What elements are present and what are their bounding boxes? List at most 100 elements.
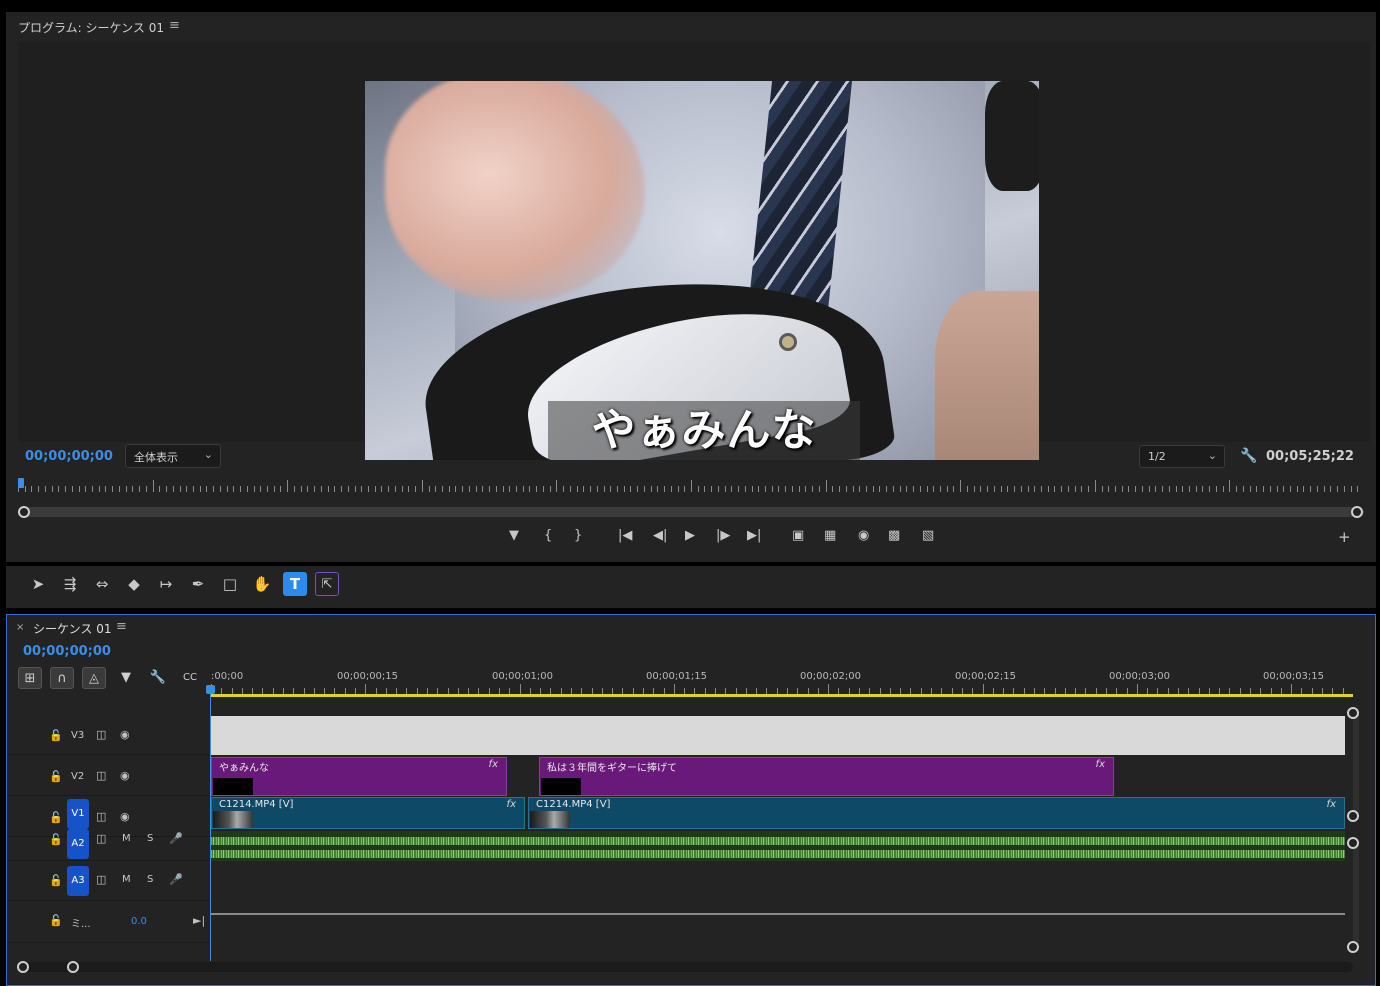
add-marker-icon[interactable]: ▼: [114, 667, 138, 689]
proxy-toggle-icon[interactable]: ▧: [922, 528, 934, 543]
lock-icon[interactable]: 🔓: [49, 874, 63, 887]
linked-selection-icon[interactable]: ◬: [82, 667, 106, 689]
button-editor-plus-icon[interactable]: +: [1338, 528, 1351, 546]
mark-in-icon[interactable]: {: [544, 528, 552, 543]
type-tool-icon[interactable]: T: [283, 572, 307, 596]
generative-extend-tool-icon[interactable]: ⇱: [315, 572, 339, 596]
zoom-scrollbar-left-handle[interactable]: [18, 506, 30, 518]
work-area-bar[interactable]: [211, 694, 1353, 697]
extract-icon[interactable]: ▦: [824, 528, 836, 543]
sync-lock-icon[interactable]: ◫: [96, 873, 106, 886]
graphic-clip[interactable]: 私は３年間をギターに捧げて fx: [539, 757, 1114, 796]
playhead-line[interactable]: [210, 689, 211, 961]
timeline-horizontal-scrollbar[interactable]: [17, 962, 1353, 972]
mix-volume-value[interactable]: 0.0: [131, 916, 147, 927]
scrollbar-handle[interactable]: [1347, 941, 1359, 953]
scrollbar-right-handle[interactable]: [67, 961, 79, 973]
source-patch-v1[interactable]: V1: [67, 799, 89, 829]
timeline-settings-wrench-icon[interactable]: 🔧: [146, 667, 170, 689]
scrollbar-handle[interactable]: [1347, 707, 1359, 719]
lock-icon[interactable]: 🔓: [49, 729, 63, 742]
track-select-forward-tool-icon[interactable]: ⇶: [58, 572, 82, 596]
zoom-scrollbar-right-handle[interactable]: [1351, 506, 1363, 518]
play-icon[interactable]: ▶: [685, 528, 695, 543]
selection-tool-arrow-icon[interactable]: ➤: [26, 572, 50, 596]
ripple-edit-tool-icon[interactable]: ⇔: [90, 572, 114, 596]
panel-menu-icon[interactable]: ≡: [116, 619, 127, 634]
video-clip[interactable]: C1214.MP4 [V] fx: [211, 797, 525, 829]
captions-cc-icon[interactable]: CC: [178, 667, 202, 689]
hand-tool-icon[interactable]: ✋: [250, 572, 274, 596]
mix-volume-line[interactable]: [211, 913, 1345, 915]
go-to-edit-icon[interactable]: ►|: [193, 914, 205, 927]
lock-icon[interactable]: 🔓: [49, 770, 63, 783]
mute-button[interactable]: M: [122, 833, 131, 844]
comparison-view-icon[interactable]: ▩: [888, 528, 900, 543]
caption-overlay[interactable]: やぁみんな: [548, 401, 860, 460]
mix-track-label: ミ...: [71, 919, 91, 930]
add-marker-icon[interactable]: ▼: [509, 528, 519, 543]
panel-title[interactable]: プログラム: シーケンス 01: [18, 19, 164, 36]
viewer-area: やぁみんな: [18, 42, 1370, 460]
mark-out-icon[interactable]: }: [574, 528, 582, 543]
razor-tool-icon[interactable]: ◆: [122, 572, 146, 596]
eye-icon[interactable]: ◉: [120, 769, 130, 782]
eye-icon[interactable]: ◉: [120, 810, 130, 823]
fx-badge[interactable]: fx: [507, 799, 516, 810]
audio-tracks-scrollbar[interactable]: [1353, 841, 1359, 947]
scrollbar-left-handle[interactable]: [17, 961, 29, 973]
track-a2-audio-clip[interactable]: [211, 831, 1345, 861]
video-frame[interactable]: やぁみんな: [365, 81, 1039, 460]
pen-tool-icon[interactable]: ✒: [186, 572, 210, 596]
lift-icon[interactable]: ▣: [792, 528, 804, 543]
scrollbar-handle[interactable]: [1347, 837, 1359, 849]
fx-badge[interactable]: fx: [1096, 759, 1105, 770]
monitor-playhead-marker[interactable]: [18, 478, 24, 488]
go-to-in-icon[interactable]: |◀: [618, 528, 632, 543]
solo-button[interactable]: S: [147, 874, 153, 885]
panel-menu-icon[interactable]: ≡: [169, 18, 180, 33]
video-tracks-scrollbar[interactable]: [1353, 712, 1359, 818]
microphone-icon[interactable]: 🎤: [169, 832, 183, 845]
track-v3-clip-area[interactable]: [211, 716, 1345, 755]
close-icon[interactable]: ×: [16, 622, 24, 633]
eye-icon[interactable]: ◉: [120, 728, 130, 741]
sync-lock-icon[interactable]: ◫: [96, 832, 106, 845]
solo-button[interactable]: S: [147, 833, 153, 844]
rectangle-tool-icon[interactable]: □: [218, 572, 242, 596]
sync-lock-icon[interactable]: ◫: [96, 810, 106, 823]
lock-icon[interactable]: 🔓: [49, 833, 63, 846]
zoom-scrollbar[interactable]: [18, 507, 1364, 517]
sequence-tab-title[interactable]: シーケンス 01: [33, 620, 112, 637]
video-clip[interactable]: C1214.MP4 [V] fx: [528, 797, 1345, 829]
fx-badge[interactable]: fx: [489, 759, 498, 770]
ruler-time-label: 00;00;03;15: [1263, 671, 1325, 682]
nest-sequence-icon[interactable]: ⊞: [18, 667, 42, 689]
export-frame-camera-icon[interactable]: ◉: [858, 528, 869, 543]
lock-icon[interactable]: 🔓: [49, 811, 63, 824]
step-back-icon[interactable]: ◀|: [653, 528, 667, 543]
track-header-a3: 🔓 A3 ◫ M S 🎤: [7, 861, 210, 901]
slip-tool-icon[interactable]: ↦: [154, 572, 178, 596]
go-to-out-icon[interactable]: ▶|: [747, 528, 761, 543]
timeline-timecode[interactable]: 00;00;00;00: [23, 644, 111, 659]
graphic-clip[interactable]: やぁみんな fx: [211, 757, 507, 796]
source-patch-a3[interactable]: A3: [67, 866, 89, 896]
step-forward-icon[interactable]: |▶: [716, 528, 730, 543]
playhead-timecode[interactable]: 00;00;00;00: [25, 449, 113, 464]
track-a3[interactable]: [211, 861, 1345, 901]
scrollbar-handle[interactable]: [1347, 810, 1359, 822]
snap-magnet-icon[interactable]: ∩: [50, 667, 74, 689]
microphone-icon[interactable]: 🎤: [169, 873, 183, 886]
source-patch-a2[interactable]: A2: [67, 829, 89, 859]
settings-wrench-icon[interactable]: 🔧: [1240, 448, 1257, 464]
track-v1: C1214.MP4 [V] fx C1214.MP4 [V] fx: [211, 797, 1345, 829]
lock-icon[interactable]: 🔓: [49, 914, 63, 927]
fx-badge[interactable]: fx: [1327, 799, 1336, 810]
zoom-fit-dropdown[interactable]: 全体表示 ⌄: [125, 444, 221, 468]
monitor-time-ruler[interactable]: [18, 478, 1364, 494]
mute-button[interactable]: M: [122, 874, 131, 885]
playback-resolution-dropdown[interactable]: 1/2 ⌄: [1139, 445, 1225, 468]
sync-lock-icon[interactable]: ◫: [96, 728, 106, 741]
sync-lock-icon[interactable]: ◫: [96, 769, 106, 782]
